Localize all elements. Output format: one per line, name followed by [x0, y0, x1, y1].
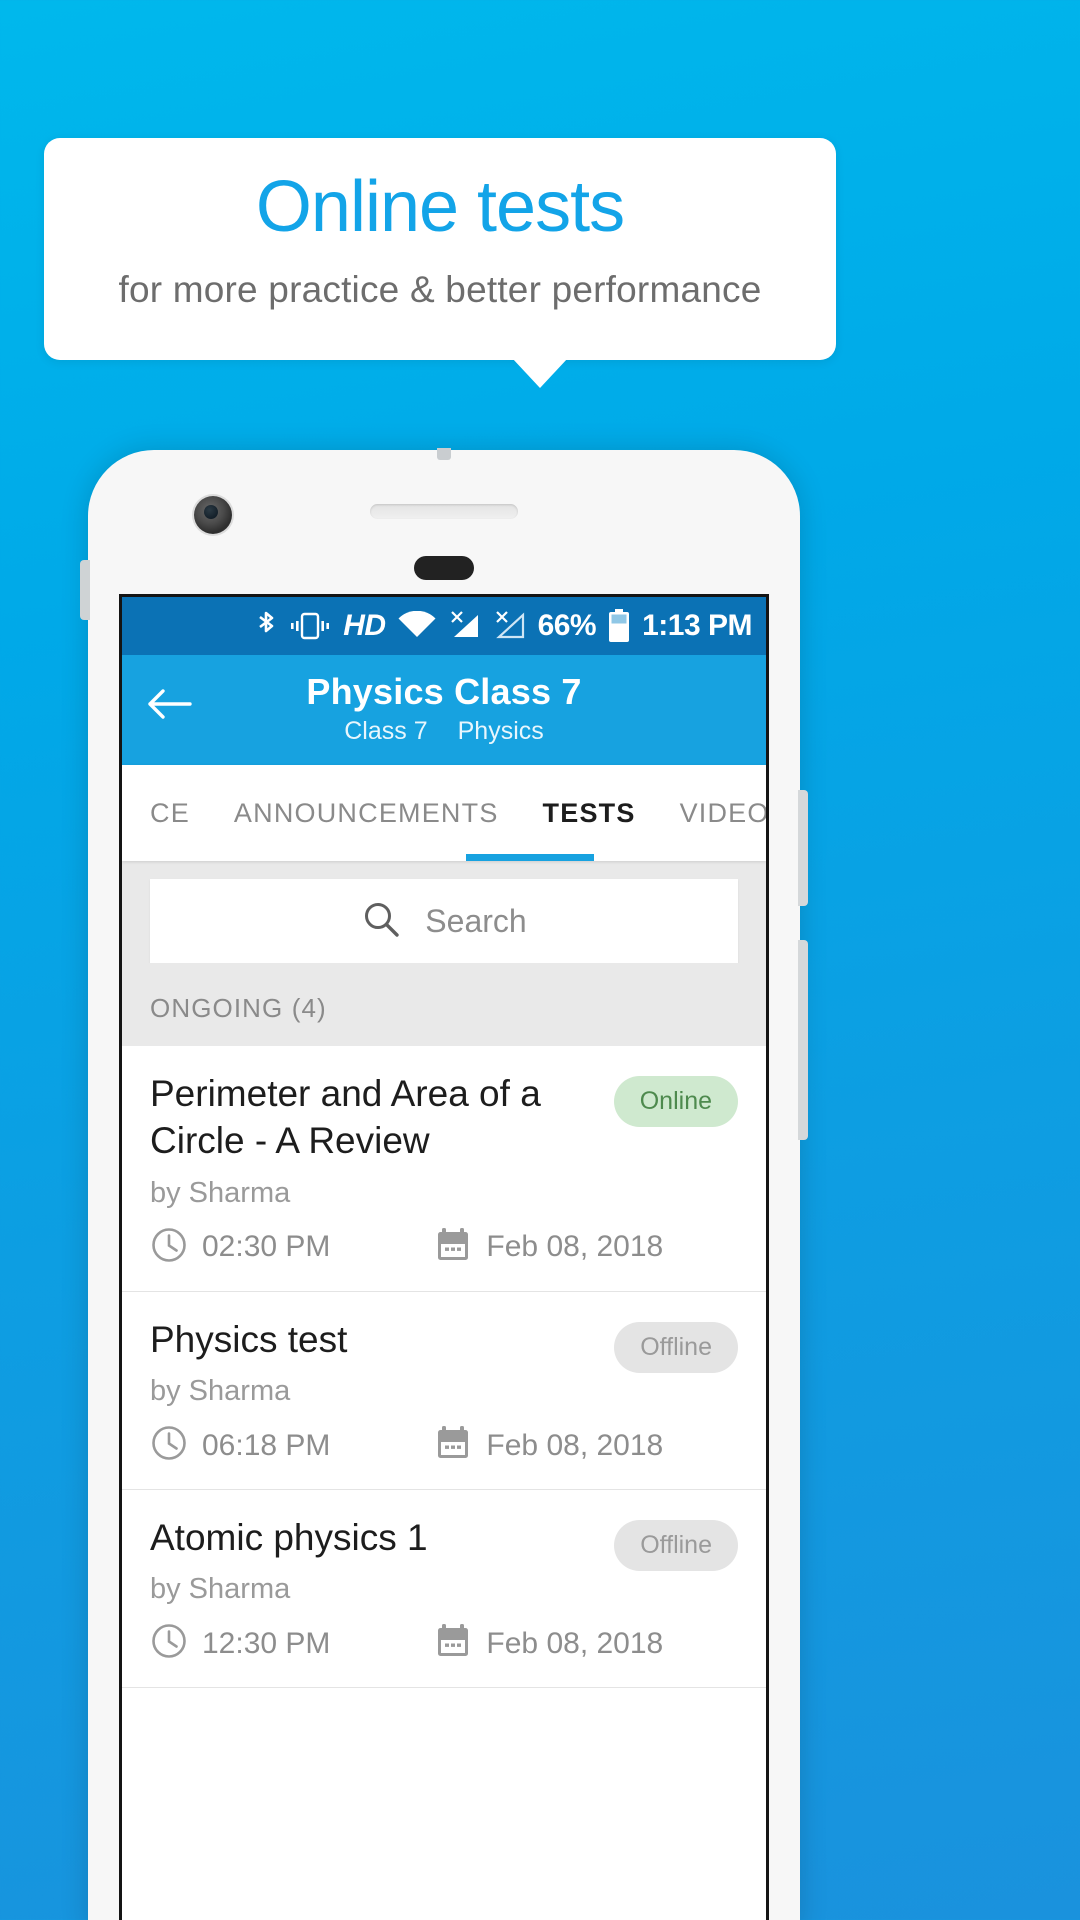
phone-mockup: HD 66% 1:13 PM Physics Class 7 Class 7 P… — [80, 448, 808, 1920]
status-badge: Offline — [614, 1321, 738, 1373]
tab-active-indicator — [466, 854, 594, 861]
clock-icon — [150, 1226, 188, 1269]
battery-icon — [607, 609, 631, 643]
banner-tail-triangle — [512, 358, 568, 388]
test-date-label: Feb 08, 2018 — [486, 1428, 664, 1462]
calendar-icon — [434, 1226, 472, 1269]
test-date: Feb 08, 2018 — [434, 1226, 663, 1269]
test-time-label: 06:18 PM — [202, 1428, 331, 1462]
test-date-label: Feb 08, 2018 — [486, 1230, 664, 1264]
test-time-label: 12:30 PM — [202, 1626, 331, 1660]
phone-top-notch — [437, 448, 451, 460]
test-author: by Sharma — [150, 1375, 291, 1408]
test-time: 06:18 PM — [150, 1424, 330, 1467]
phone-volume-button — [798, 940, 808, 1140]
test-time: 12:30 PM — [150, 1622, 330, 1665]
test-title: Physics test — [150, 1318, 348, 1360]
battery-percent-label: 66% — [537, 609, 597, 642]
test-meta: 06:18 PM Feb 08, 2018 — [150, 1424, 738, 1467]
banner-title: Online tests — [255, 167, 625, 247]
hd-icon: HD — [343, 609, 386, 642]
status-bar: HD 66% 1:13 PM — [122, 597, 766, 655]
earpiece-speaker — [370, 504, 518, 519]
tab-announcements[interactable]: ANNOUNCEMENTS — [212, 798, 521, 829]
promo-banner: Online tests for more practice & better … — [44, 138, 836, 360]
calendar-icon — [434, 1622, 472, 1665]
tab-tests[interactable]: TESTS — [521, 798, 658, 829]
test-card[interactable]: Physics test by Sharma 06:18 PM Feb 08, … — [122, 1291, 766, 1491]
tab-ce[interactable]: CE — [122, 798, 212, 829]
status-badge: Offline — [614, 1520, 738, 1572]
test-author: by Sharma — [150, 1176, 291, 1209]
banner-subtitle: for more practice & better performance — [118, 269, 762, 311]
test-card[interactable]: Perimeter and Area of a Circle - A Revie… — [122, 1046, 766, 1292]
test-meta: 02:30 PM Feb 08, 2018 — [150, 1226, 738, 1269]
page-subtitle: Class 7 Physics — [122, 717, 766, 746]
front-camera-icon — [194, 496, 232, 534]
clock-label: 1:13 PM — [642, 609, 752, 642]
phone-power-button — [798, 790, 808, 906]
signal-1-icon — [448, 610, 482, 642]
test-date: Feb 08, 2018 — [434, 1622, 663, 1665]
tab-videos[interactable]: VIDEOS — [658, 798, 766, 829]
subtitle-class: Class 7 — [344, 717, 428, 745]
signal-2-icon — [493, 610, 527, 642]
tab-bar: CE ANNOUNCEMENTS TESTS VIDEOS — [122, 765, 766, 861]
test-date: Feb 08, 2018 — [434, 1424, 663, 1467]
app-bar: Physics Class 7 Class 7 Physics — [122, 655, 766, 765]
search-input[interactable]: Search — [150, 879, 738, 963]
test-meta: 12:30 PM Feb 08, 2018 — [150, 1622, 738, 1665]
proximity-sensor — [414, 556, 474, 580]
test-time-label: 02:30 PM — [202, 1230, 331, 1264]
clock-icon — [150, 1424, 188, 1467]
test-author: by Sharma — [150, 1573, 291, 1606]
page-title: Physics Class 7 — [306, 671, 582, 712]
calendar-icon — [434, 1424, 472, 1467]
test-time: 02:30 PM — [150, 1226, 330, 1269]
status-badge: Online — [613, 1076, 738, 1127]
test-title: Atomic physics 1 — [150, 1517, 428, 1559]
search-zone: Search — [122, 861, 766, 963]
bluetooth-icon — [255, 610, 277, 642]
search-placeholder: Search — [425, 902, 527, 939]
search-icon — [361, 899, 401, 944]
back-arrow-icon[interactable] — [146, 687, 192, 726]
test-card[interactable]: Atomic physics 1 by Sharma 12:30 PM Feb … — [122, 1490, 766, 1689]
vibrate-icon — [288, 611, 332, 641]
phone-left-button — [80, 560, 90, 620]
phone-screen: HD 66% 1:13 PM Physics Class 7 Class 7 P… — [119, 594, 769, 1920]
subtitle-subject: Physics — [457, 717, 544, 745]
clock-icon — [150, 1622, 188, 1665]
section-header-ongoing: ONGOING (4) — [122, 963, 766, 1046]
test-title: Perimeter and Area of a Circle - A Revie… — [150, 1073, 541, 1162]
wifi-icon — [397, 611, 437, 641]
test-date-label: Feb 08, 2018 — [486, 1626, 664, 1660]
